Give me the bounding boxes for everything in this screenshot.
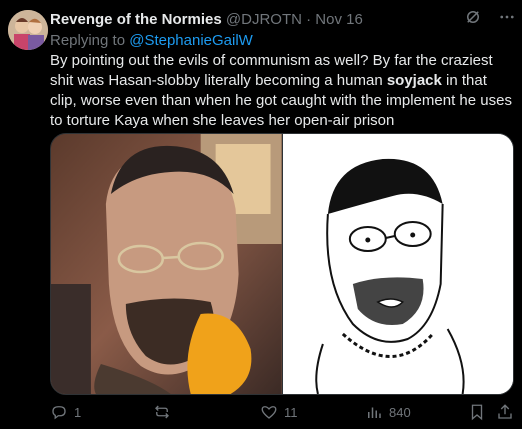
repost-icon bbox=[153, 403, 171, 421]
like-count: 11 bbox=[284, 404, 298, 420]
tweet-date[interactable]: Nov 16 bbox=[315, 11, 363, 28]
grok-icon[interactable] bbox=[464, 8, 482, 26]
bookmark-button[interactable] bbox=[468, 403, 486, 421]
like-button[interactable]: 11 bbox=[260, 403, 298, 421]
share-icon bbox=[496, 403, 514, 421]
media-photo[interactable] bbox=[51, 134, 282, 394]
more-icon[interactable] bbox=[498, 8, 516, 26]
action-bar: 1 11 840 bbox=[50, 403, 512, 423]
tweet-header: Revenge of the Normies @DJROTN · Nov 16 bbox=[50, 10, 512, 30]
reply-button[interactable]: 1 bbox=[50, 403, 81, 421]
bookmark-icon bbox=[468, 403, 486, 421]
media-drawing[interactable] bbox=[281, 134, 513, 394]
author-handle[interactable]: @DJROTN bbox=[226, 11, 302, 28]
like-icon bbox=[260, 403, 278, 421]
media-grid bbox=[50, 133, 514, 395]
views-icon bbox=[365, 403, 383, 421]
reply-context: Replying to @StephanieGailW bbox=[50, 31, 253, 51]
reply-prefix: Replying to bbox=[50, 32, 126, 49]
header-icons bbox=[464, 8, 516, 26]
reply-mention-link[interactable]: @StephanieGailW bbox=[129, 32, 253, 49]
views-button[interactable]: 840 bbox=[365, 403, 411, 421]
reply-icon bbox=[50, 403, 68, 421]
tweet[interactable]: Revenge of the Normies @DJROTN · Nov 16 … bbox=[0, 0, 522, 429]
share-button[interactable] bbox=[496, 403, 514, 421]
separator-dot: · bbox=[306, 11, 312, 28]
tweet-text-bold: soyjack bbox=[386, 72, 442, 89]
repost-button[interactable] bbox=[153, 403, 177, 421]
tweet-text: By pointing out the evils of communism a… bbox=[50, 51, 512, 131]
reply-count: 1 bbox=[74, 404, 82, 420]
author-name[interactable]: Revenge of the Normies bbox=[50, 11, 222, 28]
avatar[interactable] bbox=[8, 10, 48, 50]
views-count: 840 bbox=[389, 404, 411, 420]
